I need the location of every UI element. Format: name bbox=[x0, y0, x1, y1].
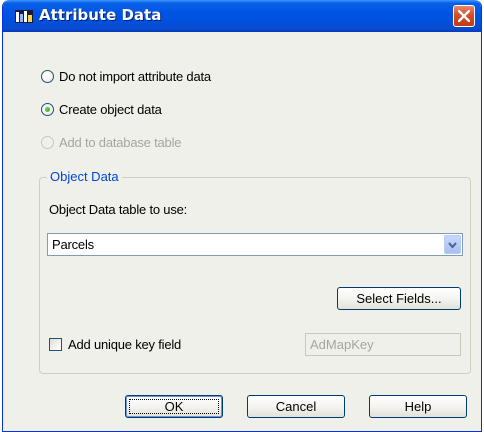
group-label: Object Data bbox=[47, 169, 122, 184]
selected-table-value: Parcels bbox=[52, 237, 94, 252]
radio-label: Do not import attribute data bbox=[59, 68, 211, 84]
ok-label: OK bbox=[164, 399, 184, 414]
title-bar[interactable]: Attribute Data bbox=[3, 0, 481, 32]
ok-button[interactable]: OK bbox=[125, 395, 223, 418]
radio-label: Add to database table bbox=[59, 134, 182, 150]
dropdown-button[interactable] bbox=[444, 235, 461, 254]
cancel-label: Cancel bbox=[275, 399, 317, 414]
chevron-down-icon bbox=[448, 242, 457, 249]
radio-button[interactable] bbox=[41, 69, 54, 83]
radio-add-to-database-table: Add to database table bbox=[41, 133, 181, 151]
unique-key-checkbox-row[interactable]: Add unique key field bbox=[49, 335, 181, 353]
radio-do-not-import[interactable]: Do not import attribute data bbox=[41, 67, 211, 85]
select-fields-label: Select Fields... bbox=[356, 291, 442, 306]
key-field-input: AdMapKey bbox=[305, 333, 461, 356]
attribute-data-dialog: Attribute Data Do not import attribute d… bbox=[2, 0, 482, 432]
dialog-body: Do not import attribute data Create obje… bbox=[3, 32, 481, 431]
window-title: Attribute Data bbox=[39, 6, 162, 24]
radio-label: Create object data bbox=[59, 101, 162, 117]
app-icon bbox=[15, 8, 33, 24]
key-field-value: AdMapKey bbox=[310, 337, 374, 352]
unique-key-checkbox[interactable] bbox=[49, 337, 62, 351]
table-to-use-label: Object Data table to use: bbox=[49, 202, 188, 217]
close-icon bbox=[458, 10, 470, 22]
cancel-button[interactable]: Cancel bbox=[247, 395, 345, 418]
radio-create-object-data[interactable]: Create object data bbox=[41, 100, 162, 118]
help-button[interactable]: Help bbox=[369, 395, 467, 418]
object-data-table-select[interactable]: Parcels bbox=[47, 233, 463, 256]
radio-button-selected[interactable] bbox=[41, 102, 54, 116]
radio-button-disabled bbox=[41, 135, 54, 149]
select-fields-button[interactable]: Select Fields... bbox=[337, 287, 461, 310]
unique-key-label: Add unique key field bbox=[68, 336, 182, 352]
help-label: Help bbox=[404, 399, 432, 414]
close-button[interactable] bbox=[453, 5, 475, 27]
